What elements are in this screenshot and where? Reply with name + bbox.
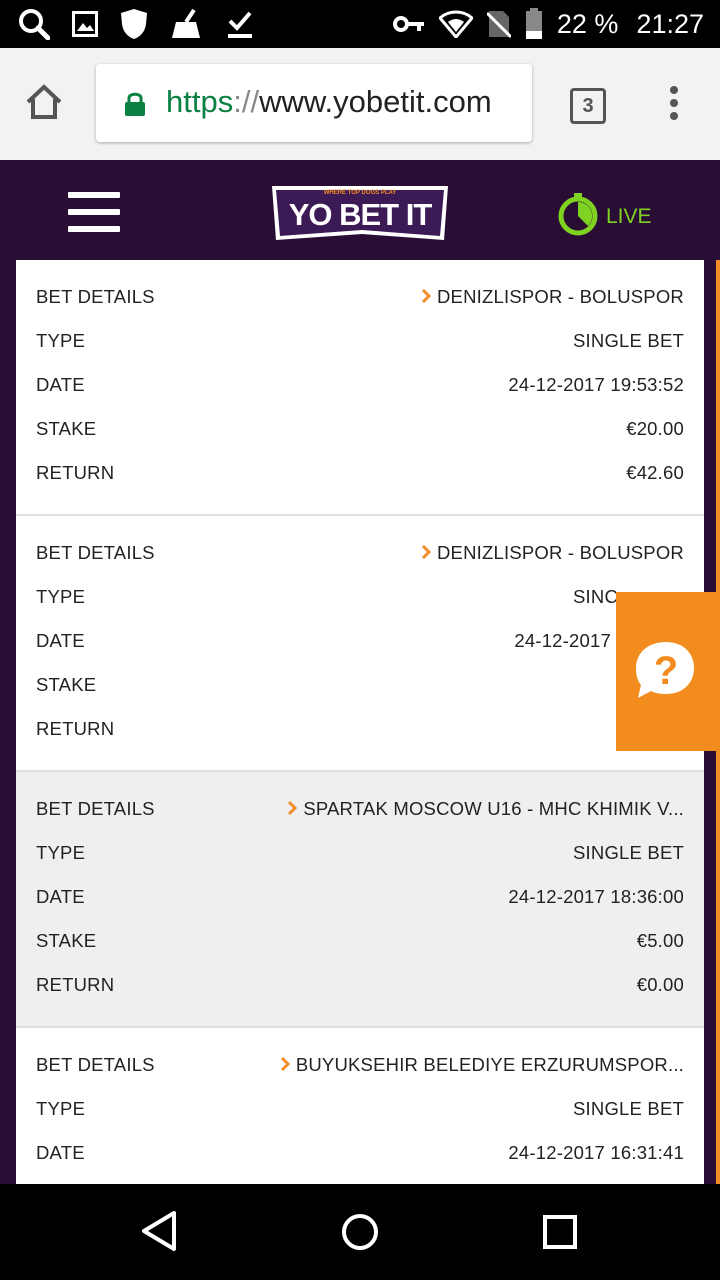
- system-nav-bar: [0, 1184, 720, 1280]
- date-value: 24-12-2017 18:36:00: [508, 886, 684, 907]
- gallery-icon: [72, 11, 98, 37]
- return-value: €0.00: [636, 974, 684, 995]
- search-icon: [18, 8, 50, 40]
- bet-event-link[interactable]: SPARTAK MOSCOW U16 - MHC KHIMIK V...: [287, 798, 684, 820]
- wifi-icon: [438, 10, 473, 38]
- status-bar: 22 % 21:27: [0, 0, 720, 48]
- no-sim-icon: [486, 9, 511, 39]
- bet-card[interactable]: BET DETAILS SPARTAK MOSCOW U16 - MHC KHI…: [16, 772, 704, 1028]
- return-label: RETURN: [36, 718, 115, 739]
- svg-text:YO BET IT: YO BET IT: [289, 197, 433, 232]
- date-label: DATE: [36, 886, 85, 907]
- bet-details-label: BET DETAILS: [36, 286, 155, 307]
- date-value: 24-12-2017: [514, 630, 611, 651]
- stake-value: €5.00: [636, 930, 684, 951]
- bet-event-link[interactable]: DENIZLISPOR - BOLUSPOR: [421, 286, 684, 308]
- download-icon: [226, 9, 254, 39]
- bet-card[interactable]: BET DETAILS BUYUKSEHIR BELEDIYE ERZURUMS…: [16, 1028, 704, 1184]
- bet-event-link[interactable]: BUYUKSEHIR BELEDIYE ERZURUMSPOR...: [280, 1054, 684, 1076]
- bet-history: BET DETAILS DENIZLISPOR - BOLUSPOR TYPE S…: [0, 260, 720, 1184]
- svg-text:?: ?: [654, 649, 678, 693]
- live-clock-icon: [556, 192, 600, 242]
- home-icon[interactable]: [24, 82, 72, 126]
- return-label: RETURN: [36, 462, 115, 483]
- chevron-right-icon: [280, 1056, 290, 1072]
- chevron-right-icon: [421, 544, 431, 560]
- site-header: WHERE TOP DOGS PLAY YO BET IT LIVE: [0, 160, 720, 260]
- type-value: SINGLE BET: [573, 842, 684, 863]
- type-value: SINC: [573, 586, 618, 607]
- bet-card[interactable]: BET DETAILS DENIZLISPOR - BOLUSPOR TYPE S…: [16, 516, 704, 772]
- type-label: TYPE: [36, 586, 86, 607]
- date-label: DATE: [36, 374, 85, 395]
- stake-value: €20.00: [626, 418, 684, 439]
- url-text: https://www.yobetit.com: [166, 84, 492, 119]
- date-value: 24-12-2017 16:31:41: [508, 1142, 684, 1163]
- return-label: RETURN: [36, 974, 115, 995]
- clock: 21:27: [636, 8, 704, 39]
- svg-text:WHERE TOP DOGS PLAY: WHERE TOP DOGS PLAY: [324, 190, 397, 196]
- yobetit-logo[interactable]: WHERE TOP DOGS PLAY YO BET IT: [266, 178, 454, 246]
- chevron-right-icon: [288, 800, 298, 816]
- stake-label: STAKE: [36, 418, 97, 439]
- help-chat-button[interactable]: ?: [616, 592, 720, 751]
- battery-icon: [525, 8, 543, 40]
- type-label: TYPE: [36, 842, 86, 863]
- key-icon: [392, 14, 425, 34]
- type-value: SINGLE BET: [573, 330, 684, 351]
- bet-details-label: BET DETAILS: [36, 542, 155, 563]
- stake-label: STAKE: [36, 930, 97, 951]
- date-value: 24-12-2017 19:53:52: [508, 374, 684, 395]
- browser-toolbar: https://www.yobetit.com 3: [0, 48, 720, 160]
- battery-percentage: 22 %: [556, 8, 619, 39]
- live-button[interactable]: LIVE: [556, 192, 652, 242]
- home-nav-icon[interactable]: [340, 1212, 380, 1257]
- recent-apps-icon[interactable]: [542, 1214, 578, 1255]
- bet-card[interactable]: BET DETAILS DENIZLISPOR - BOLUSPOR TYPE S…: [16, 260, 704, 516]
- bet-details-label: BET DETAILS: [36, 1054, 155, 1075]
- overflow-menu-icon[interactable]: [668, 86, 680, 124]
- chevron-right-icon: [421, 288, 431, 304]
- stake-label: STAKE: [36, 674, 97, 695]
- tab-switcher-button[interactable]: 3: [570, 88, 606, 124]
- bet-event-link[interactable]: DENIZLISPOR - BOLUSPOR: [421, 542, 684, 564]
- type-label: TYPE: [36, 1098, 86, 1119]
- bet-details-label: BET DETAILS: [36, 798, 155, 819]
- type-label: TYPE: [36, 330, 86, 351]
- date-label: DATE: [36, 1142, 85, 1163]
- cleaner-icon: [170, 8, 204, 40]
- type-value: SINGLE BET: [573, 1098, 684, 1119]
- back-icon[interactable]: [140, 1210, 180, 1257]
- bet-list: BET DETAILS DENIZLISPOR - BOLUSPOR TYPE S…: [16, 260, 704, 1184]
- address-bar[interactable]: https://www.yobetit.com: [96, 64, 532, 142]
- hamburger-menu-icon[interactable]: [68, 192, 120, 232]
- return-value: €42.60: [626, 462, 684, 483]
- live-label: LIVE: [606, 205, 652, 228]
- lock-icon: [124, 91, 146, 122]
- shield-icon: [120, 8, 148, 40]
- date-label: DATE: [36, 630, 85, 651]
